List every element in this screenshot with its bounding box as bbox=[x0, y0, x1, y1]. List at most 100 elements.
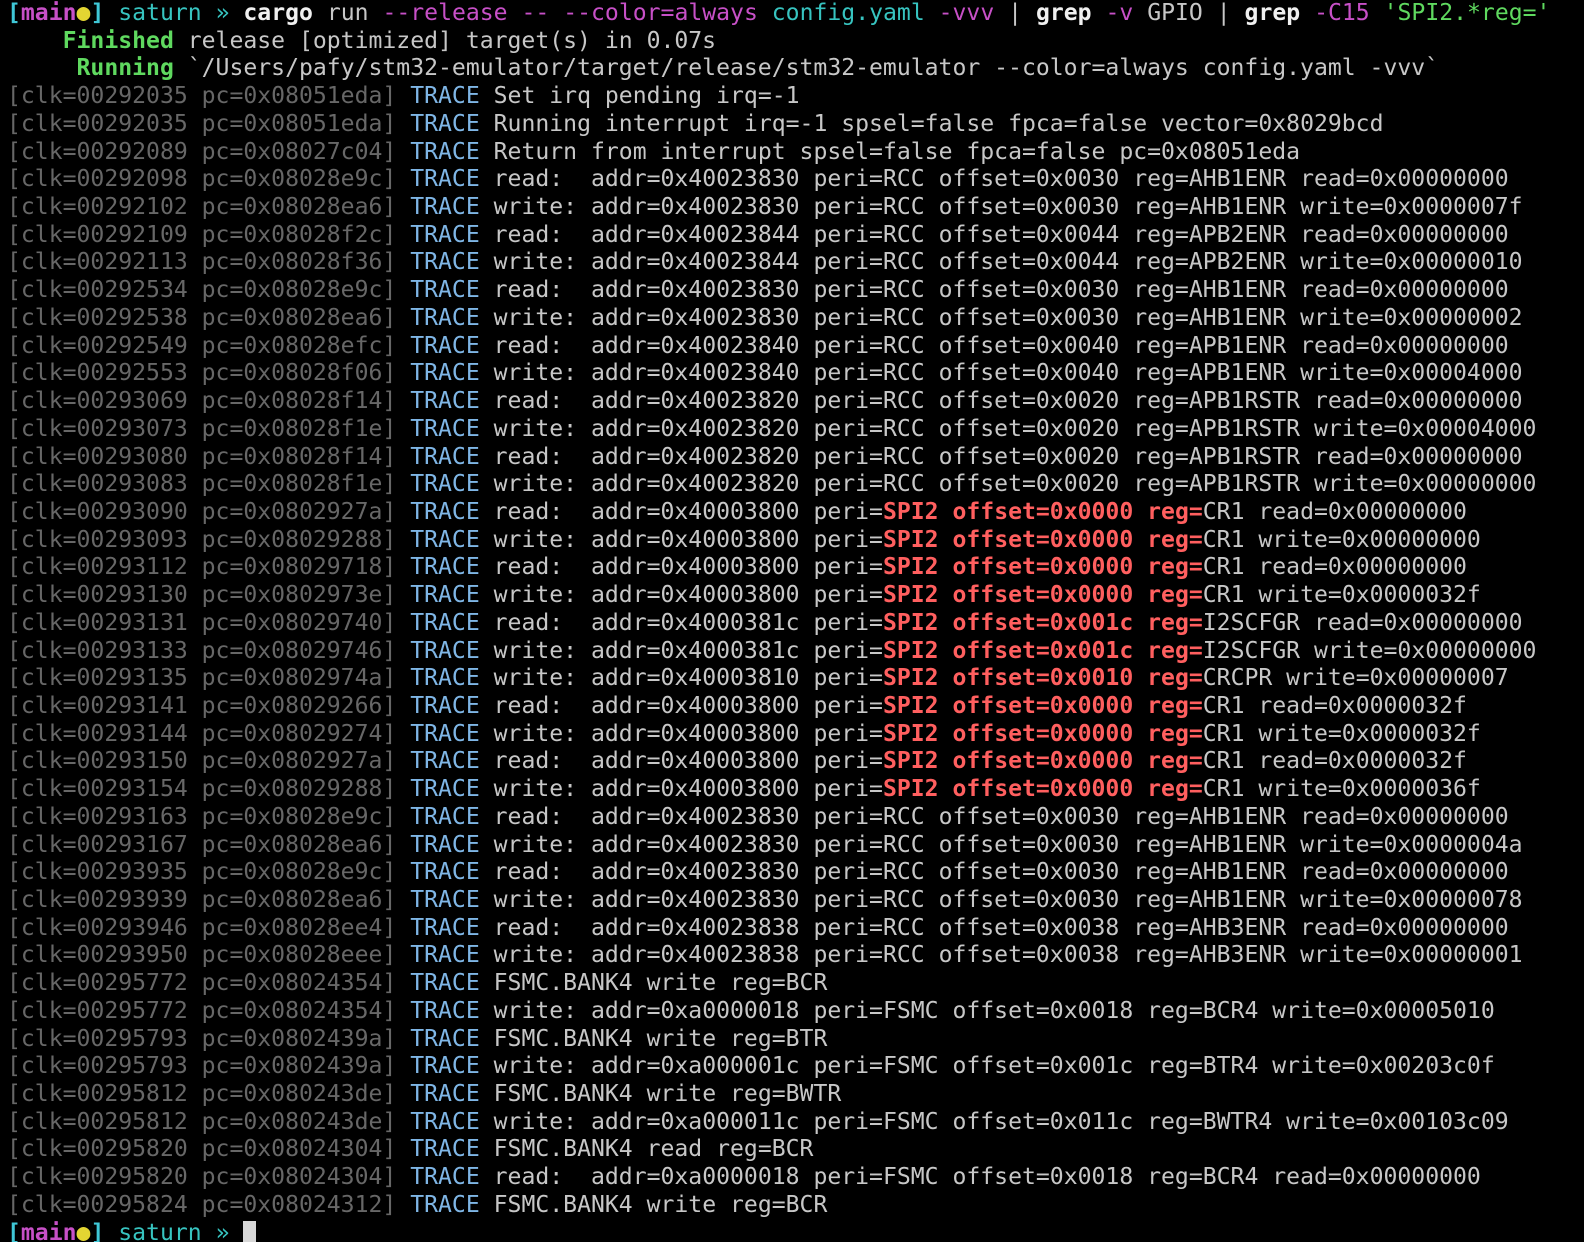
log-line: [clk=00293150 pc=0x0802927a] TRACE read:… bbox=[7, 748, 1584, 776]
prompt-segment: ] bbox=[90, 1219, 105, 1242]
log-message: write: addr=0xa000011c peri=FSMC offset=… bbox=[493, 1108, 1509, 1135]
log-message: FSMC.BANK4 write reg=BCR bbox=[493, 970, 828, 997]
log-message: FSMC.BANK4 write reg=BCR bbox=[493, 1191, 828, 1218]
log-message: read: addr=0x40003800 peri= bbox=[493, 748, 883, 775]
log-level-trace: TRACE bbox=[410, 443, 480, 470]
log-clock-pc-prefix: [clk=00295820 pc=0x08024304] bbox=[7, 1136, 397, 1163]
log-clock-pc-prefix: [clk=00293133 pc=0x08029746] bbox=[7, 637, 397, 664]
status-line: Finished release [optimized] target(s) i… bbox=[7, 28, 1584, 56]
status-text: release [optimized] target(s) in 0.07s bbox=[173, 27, 717, 54]
prompt-segment: --color=always bbox=[563, 0, 758, 26]
log-line: [clk=00295793 pc=0x0802439a] TRACE write… bbox=[7, 1053, 1584, 1081]
log-clock-pc-prefix: [clk=00295824 pc=0x08024312] bbox=[7, 1191, 397, 1218]
log-grep-match: SPI2 offset=0x0000 reg= bbox=[882, 582, 1203, 609]
log-line: [clk=00295820 pc=0x08024304] TRACE FSMC.… bbox=[7, 1136, 1584, 1164]
log-clock-pc-prefix: [clk=00293939 pc=0x08028ea6] bbox=[7, 887, 397, 913]
prompt-segment: saturn » bbox=[104, 0, 244, 26]
log-message: write: addr=0x40023830 peri=RCC offset=0… bbox=[493, 194, 1523, 221]
log-clock-pc-prefix: [clk=00293073 pc=0x08028f1e] bbox=[7, 415, 397, 442]
prompt-segment: main bbox=[20, 1219, 77, 1242]
log-level-trace: TRACE bbox=[410, 138, 480, 165]
log-line: [clk=00292113 pc=0x08028f36] TRACE write… bbox=[7, 249, 1584, 277]
log-grep-match: SPI2 offset=0x0000 reg= bbox=[882, 720, 1203, 747]
log-message: Return from interrupt spsel=false fpca=f… bbox=[493, 138, 1301, 165]
prompt-segment: -C15 bbox=[1314, 0, 1370, 26]
log-clock-pc-prefix: [clk=00292089 pc=0x08027c04] bbox=[7, 138, 397, 165]
log-level-trace: TRACE bbox=[410, 1081, 480, 1108]
log-level-trace: TRACE bbox=[410, 194, 480, 221]
log-message-rest: CR1 write=0x00000000 bbox=[1202, 526, 1481, 553]
log-clock-pc-prefix: [clk=00293112 pc=0x08029718] bbox=[7, 554, 397, 581]
prompt-segment: saturn » bbox=[104, 1219, 244, 1242]
log-line: [clk=00295824 pc=0x08024312] TRACE FSMC.… bbox=[7, 1192, 1584, 1220]
log-level-trace: TRACE bbox=[410, 942, 480, 969]
log-message: read: addr=0x40023838 peri=RCC offset=0x… bbox=[493, 914, 1509, 941]
log-message: write: addr=0x40023844 peri=RCC offset=0… bbox=[493, 249, 1523, 276]
log-clock-pc-prefix: [clk=00295820 pc=0x08024304] bbox=[7, 1164, 397, 1191]
log-level-trace: TRACE bbox=[410, 887, 480, 913]
log-clock-pc-prefix: [clk=00293069 pc=0x08028f14] bbox=[7, 388, 397, 415]
log-line: [clk=00292538 pc=0x08028ea6] TRACE write… bbox=[7, 305, 1584, 333]
log-line: [clk=00295793 pc=0x0802439a] TRACE FSMC.… bbox=[7, 1026, 1584, 1054]
prompt-segment: [ bbox=[7, 0, 21, 26]
log-level-trace: TRACE bbox=[410, 582, 480, 609]
text-cursor[interactable] bbox=[243, 1221, 257, 1242]
log-message: read: addr=0x40023820 peri=RCC offset=0x… bbox=[493, 388, 1523, 415]
log-message: read: addr=0x40003800 peri= bbox=[493, 692, 883, 719]
log-message: FSMC.BANK4 read reg=BCR bbox=[493, 1136, 814, 1163]
prompt-segment: 'SPI2.*reg=' bbox=[1383, 0, 1551, 26]
status-line: Running `/Users/pafy/stm32-emulator/targ… bbox=[7, 55, 1584, 83]
log-line: [clk=00293093 pc=0x08029288] TRACE write… bbox=[7, 527, 1584, 555]
log-message: write: addr=0xa0000018 peri=FSMC offset=… bbox=[493, 997, 1495, 1024]
log-level-trace: TRACE bbox=[410, 914, 480, 941]
log-message: FSMC.BANK4 write reg=BWTR bbox=[493, 1081, 842, 1108]
prompt-segment: GPIO | bbox=[1133, 0, 1245, 26]
log-level-trace: TRACE bbox=[410, 776, 480, 803]
log-line: [clk=00295812 pc=0x080243de] TRACE FSMC.… bbox=[7, 1081, 1584, 1109]
log-message-rest: CR1 write=0x0000032f bbox=[1202, 582, 1481, 609]
log-level-trace: TRACE bbox=[410, 110, 480, 137]
log-message: read: addr=0x40023820 peri=RCC offset=0x… bbox=[493, 443, 1523, 470]
log-line: [clk=00292553 pc=0x08028f06] TRACE write… bbox=[7, 360, 1584, 388]
log-level-trace: TRACE bbox=[410, 665, 480, 692]
prompt-segment: main bbox=[20, 0, 77, 26]
log-grep-match: SPI2 offset=0x0000 reg= bbox=[882, 554, 1203, 581]
log-line: [clk=00293090 pc=0x0802927a] TRACE read:… bbox=[7, 499, 1584, 527]
log-level-trace: TRACE bbox=[410, 970, 480, 997]
prompt-segment bbox=[508, 0, 522, 26]
log-message-rest: I2SCFGR read=0x00000000 bbox=[1202, 609, 1523, 636]
log-message-rest: CR1 read=0x0000032f bbox=[1202, 748, 1467, 775]
log-level-trace: TRACE bbox=[410, 526, 480, 553]
status-label: Finished bbox=[7, 27, 174, 54]
log-message: read: addr=0x40023830 peri=RCC offset=0x… bbox=[493, 803, 1509, 830]
log-clock-pc-prefix: [clk=00293141 pc=0x08029266] bbox=[7, 692, 397, 719]
log-level-trace: TRACE bbox=[410, 249, 480, 276]
log-line: [clk=00293083 pc=0x08028f1e] TRACE write… bbox=[7, 471, 1584, 499]
log-line: [clk=00293167 pc=0x08028ea6] TRACE write… bbox=[7, 832, 1584, 860]
log-clock-pc-prefix: [clk=00293154 pc=0x08029288] bbox=[7, 776, 397, 803]
log-line: [clk=00295820 pc=0x08024304] TRACE read:… bbox=[7, 1164, 1584, 1192]
log-level-trace: TRACE bbox=[410, 997, 480, 1024]
log-message-rest: I2SCFGR write=0x00000000 bbox=[1202, 637, 1537, 664]
prompt-segment: grep bbox=[1035, 0, 1092, 26]
next-command-prompt[interactable]: [main●] saturn » bbox=[7, 1220, 1584, 1242]
prompt-segment bbox=[549, 0, 563, 26]
log-clock-pc-prefix: [clk=00293950 pc=0x08028eee] bbox=[7, 942, 397, 969]
prompt-segment: | bbox=[994, 0, 1036, 26]
log-line: [clk=00295772 pc=0x08024354] TRACE write… bbox=[7, 998, 1584, 1026]
log-line: [clk=00293163 pc=0x08028e9c] TRACE read:… bbox=[7, 804, 1584, 832]
log-level-trace: TRACE bbox=[410, 1053, 480, 1080]
terminal-window[interactable]: [main●] saturn » cargo run --release -- … bbox=[0, 0, 1584, 1242]
log-level-trace: TRACE bbox=[410, 1136, 480, 1163]
log-line: [clk=00293946 pc=0x08028ee4] TRACE read:… bbox=[7, 915, 1584, 943]
log-line: [clk=00293112 pc=0x08029718] TRACE read:… bbox=[7, 554, 1584, 582]
log-message: write: addr=0xa000001c peri=FSMC offset=… bbox=[493, 1053, 1495, 1080]
log-level-trace: TRACE bbox=[410, 1191, 480, 1218]
log-grep-match: SPI2 offset=0x001c reg= bbox=[882, 609, 1203, 636]
log-message-rest: CR1 read=0x00000000 bbox=[1202, 554, 1467, 581]
log-clock-pc-prefix: [clk=00293090 pc=0x0802927a] bbox=[7, 498, 397, 525]
log-line: [clk=00293135 pc=0x0802974a] TRACE write… bbox=[7, 665, 1584, 693]
log-message-rest: CRCPR write=0x00000007 bbox=[1202, 665, 1509, 692]
log-message: read: addr=0xa0000018 peri=FSMC offset=0… bbox=[493, 1164, 1481, 1191]
log-level-trace: TRACE bbox=[410, 692, 480, 719]
